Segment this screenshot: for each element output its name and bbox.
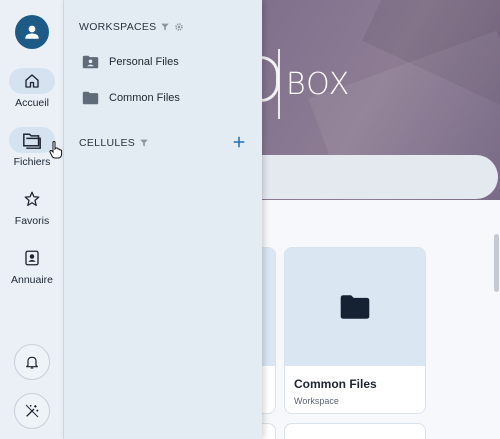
- rail-item-label: Accueil: [15, 97, 49, 109]
- rail-item-annuaire[interactable]: Annuaire: [0, 245, 64, 295]
- rail-item-accueil[interactable]: Accueil: [0, 68, 64, 118]
- rail-item-label: Annuaire: [10, 274, 54, 286]
- filter-icon[interactable]: [139, 138, 149, 148]
- search-bar[interactable]: [240, 155, 498, 199]
- avatar[interactable]: [15, 15, 49, 49]
- logo-text: BOX: [286, 66, 351, 102]
- plus-icon: [233, 136, 245, 148]
- rail-item-label: Favoris: [14, 215, 50, 227]
- add-cell-button[interactable]: [230, 133, 248, 151]
- workspace-item-common-files[interactable]: Common Files: [82, 87, 180, 109]
- workspaces-drawer: WORKSPACES Personal Files Common Files C…: [64, 0, 262, 439]
- cells-header: CELLULES: [79, 137, 149, 149]
- workspaces-header: WORKSPACES: [79, 21, 184, 33]
- star-icon: [24, 191, 40, 207]
- cells-header-label: CELLULES: [79, 137, 136, 149]
- folder-icon: [340, 295, 370, 319]
- workspace-item-personal-files[interactable]: Personal Files: [82, 51, 179, 73]
- gear-icon[interactable]: [174, 22, 184, 32]
- user-icon: [25, 25, 39, 39]
- card-title: Common Files: [294, 377, 377, 391]
- card-thumbnail: [285, 248, 425, 366]
- magic-wand-button[interactable]: [14, 393, 50, 429]
- magic-wand-icon: [25, 404, 39, 418]
- card-subtitle: Workspace: [294, 396, 339, 406]
- workspace-card[interactable]: Common Files Workspace: [284, 247, 426, 414]
- folder-icon: [23, 133, 41, 149]
- notifications-button[interactable]: [14, 344, 50, 380]
- bell-icon: [26, 356, 38, 369]
- workspace-item-label: Common Files: [109, 92, 180, 104]
- workspace-card-partial[interactable]: [284, 423, 426, 439]
- app-logo: BOX: [254, 48, 351, 120]
- filter-icon[interactable]: [160, 22, 170, 32]
- hand-cursor-icon: [49, 141, 63, 159]
- nav-rail: Accueil Fichiers Favoris Annuaire: [0, 0, 64, 439]
- workspaces-header-label: WORKSPACES: [79, 21, 157, 33]
- logo-mark-icon: [254, 48, 280, 120]
- scrollbar-thumb[interactable]: [494, 234, 499, 292]
- contact-card-icon: [25, 250, 39, 266]
- folder-icon: [82, 91, 99, 105]
- home-icon: [25, 74, 39, 88]
- person-folder-icon: [82, 55, 99, 69]
- workspace-item-label: Personal Files: [109, 56, 179, 68]
- rail-item-favoris[interactable]: Favoris: [0, 186, 64, 236]
